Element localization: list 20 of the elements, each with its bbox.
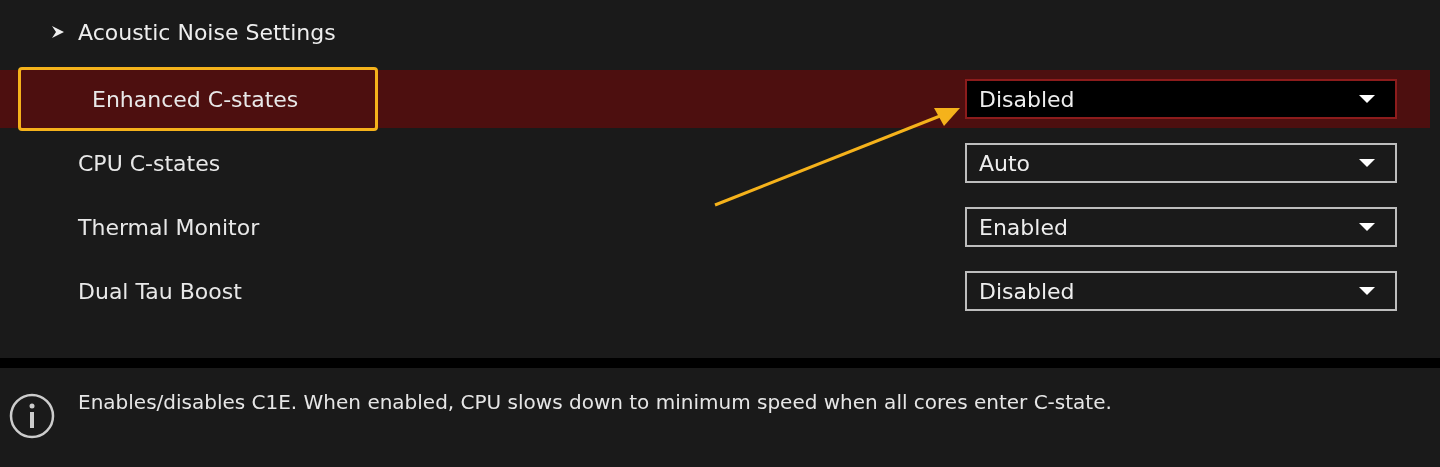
setting-label: CPU C-states [77,150,221,176]
setting-row[interactable]: Enhanced C-states Disabled [0,70,1430,128]
setting-row[interactable]: CPU C-states Auto [0,134,1430,192]
chevron-icon [50,24,66,40]
submenu-link[interactable]: Acoustic Noise Settings [78,19,336,45]
caret-icon [1359,223,1375,231]
caret-icon [1359,159,1375,167]
setting-row[interactable]: Thermal Monitor Enabled [0,198,1430,256]
caret-icon [1359,95,1375,103]
info-icon [8,392,56,440]
setting-label: Dual Tau Boost [77,278,242,304]
help-text: Enables/disables C1E. When enabled, CPU slows down to minimum speed when all cores enter C-state. [78,390,1112,414]
setting-row[interactable]: Dual Tau Boost Disabled [0,262,1430,320]
setting-dropdown[interactable]: Auto [965,143,1397,183]
setting-dropdown[interactable]: Disabled [965,79,1397,119]
setting-label: Enhanced C-states [92,86,299,112]
setting-label: Thermal Monitor [77,214,260,240]
setting-dropdown[interactable]: Enabled [965,207,1397,247]
caret-icon [1359,287,1375,295]
setting-dropdown[interactable]: Disabled [965,271,1397,311]
